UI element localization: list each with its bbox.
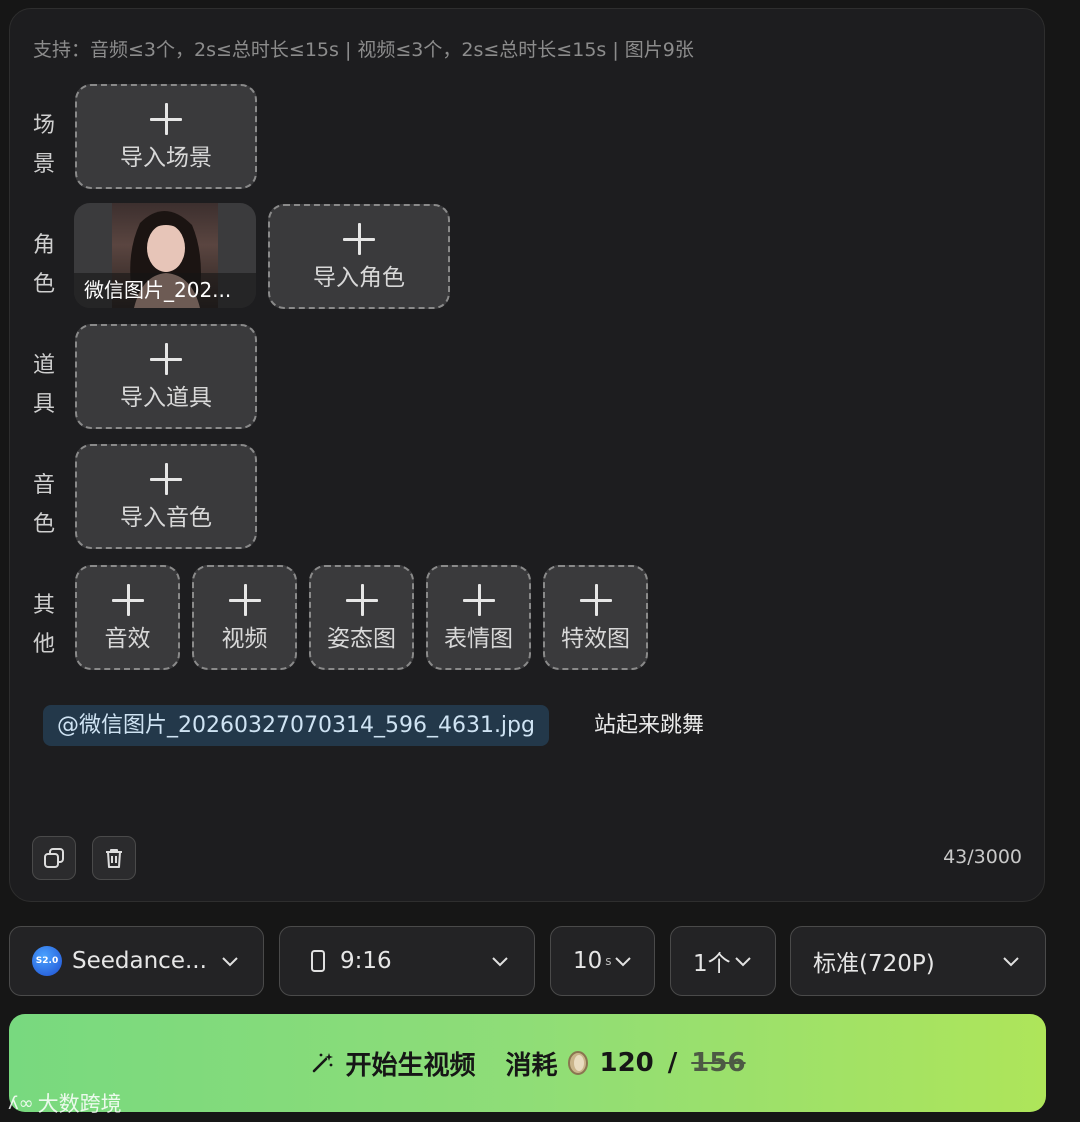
- plus-icon: [150, 342, 182, 375]
- plus-icon: [579, 583, 612, 616]
- import-scene-button[interactable]: 导入场景: [75, 84, 257, 189]
- row-label-prop: 道具: [32, 353, 55, 417]
- plus-icon: [228, 583, 261, 616]
- count-label: 1个: [693, 951, 731, 977]
- import-effect-button[interactable]: 特效图: [543, 565, 648, 670]
- cost-separator: /: [667, 1048, 678, 1078]
- chevron-down-icon: [222, 957, 238, 967]
- model-select[interactable]: S2.0 Seedance...: [9, 926, 264, 996]
- chevron-down-icon: [492, 957, 508, 967]
- import-expression-button[interactable]: 表情图: [426, 565, 531, 670]
- chevron-down-icon: [735, 957, 751, 967]
- delete-button[interactable]: [92, 836, 136, 880]
- row-label-other: 其他: [32, 593, 55, 657]
- import-video-button[interactable]: 视频: [192, 565, 297, 670]
- character-image-card[interactable]: 微信图片_202...: [74, 203, 256, 308]
- generate-video-button[interactable]: 开始生视频 消耗 120 / 156: [9, 1014, 1046, 1112]
- prompt-text[interactable]: 站起来跳舞: [594, 705, 704, 746]
- generate-label: 开始生视频: [345, 1050, 476, 1081]
- model-label: Seedance...: [72, 948, 207, 974]
- duration-label: 10: [573, 948, 603, 974]
- chevron-down-icon: [1003, 957, 1019, 967]
- copy-button[interactable]: [32, 836, 76, 880]
- quality-label: 标准(720P): [813, 951, 935, 977]
- watermark-text: 大数跨境: [37, 1092, 122, 1116]
- plus-icon: [111, 583, 144, 616]
- row-label-character: 角色: [32, 233, 55, 297]
- plus-icon: [345, 583, 378, 616]
- image-mention-tag[interactable]: @微信图片_20260327070314_596_4631.jpg: [43, 705, 549, 746]
- import-pose-button[interactable]: 姿态图: [309, 565, 414, 670]
- plus-icon: [150, 462, 182, 495]
- count-select[interactable]: 1个: [670, 926, 776, 996]
- trash-icon: [106, 849, 122, 868]
- duration-select[interactable]: 10 s: [550, 926, 655, 996]
- quality-select[interactable]: 标准(720P): [790, 926, 1046, 996]
- aspect-ratio-label: 9:16: [340, 948, 392, 974]
- plus-icon: [150, 102, 182, 135]
- copy-icon: [44, 848, 64, 868]
- model-logo-icon: S2.0: [32, 946, 62, 976]
- character-image-caption: 微信图片_202...: [74, 273, 256, 308]
- import-sound-effect-button[interactable]: 音效: [75, 565, 180, 670]
- watermark: ʎ∞ 大数跨境: [8, 1088, 122, 1118]
- chevron-down-icon: [615, 957, 631, 967]
- support-hint: 支持：音频≤3个，2s≤总时长≤15s | 视频≤3个，2s≤总时长≤15s |…: [33, 39, 694, 61]
- plus-icon: [343, 222, 375, 255]
- duration-unit: s: [605, 954, 612, 968]
- row-label-voice: 音色: [32, 473, 55, 537]
- plus-icon: [462, 583, 495, 616]
- row-label-scene: 场景: [32, 113, 55, 177]
- coin-icon: [568, 1051, 589, 1075]
- aspect-ratio-select[interactable]: 9:16: [279, 926, 535, 996]
- import-prop-button[interactable]: 导入道具: [75, 324, 257, 429]
- import-voice-button[interactable]: 导入音色: [75, 444, 257, 549]
- watermark-logo-icon: ʎ∞: [8, 1092, 34, 1114]
- magic-wand-icon: [313, 1053, 334, 1073]
- cost-label: 消耗: [505, 1050, 558, 1081]
- import-character-button[interactable]: 导入角色: [268, 204, 450, 309]
- cost-value: 120: [599, 1048, 654, 1078]
- phone-portrait-icon: [311, 950, 325, 972]
- prompt-panel: 支持：音频≤3个，2s≤总时长≤15s | 视频≤3个，2s≤总时长≤15s |…: [9, 8, 1045, 902]
- original-cost: 156: [691, 1048, 746, 1078]
- char-counter: 43/3000: [943, 846, 1022, 868]
